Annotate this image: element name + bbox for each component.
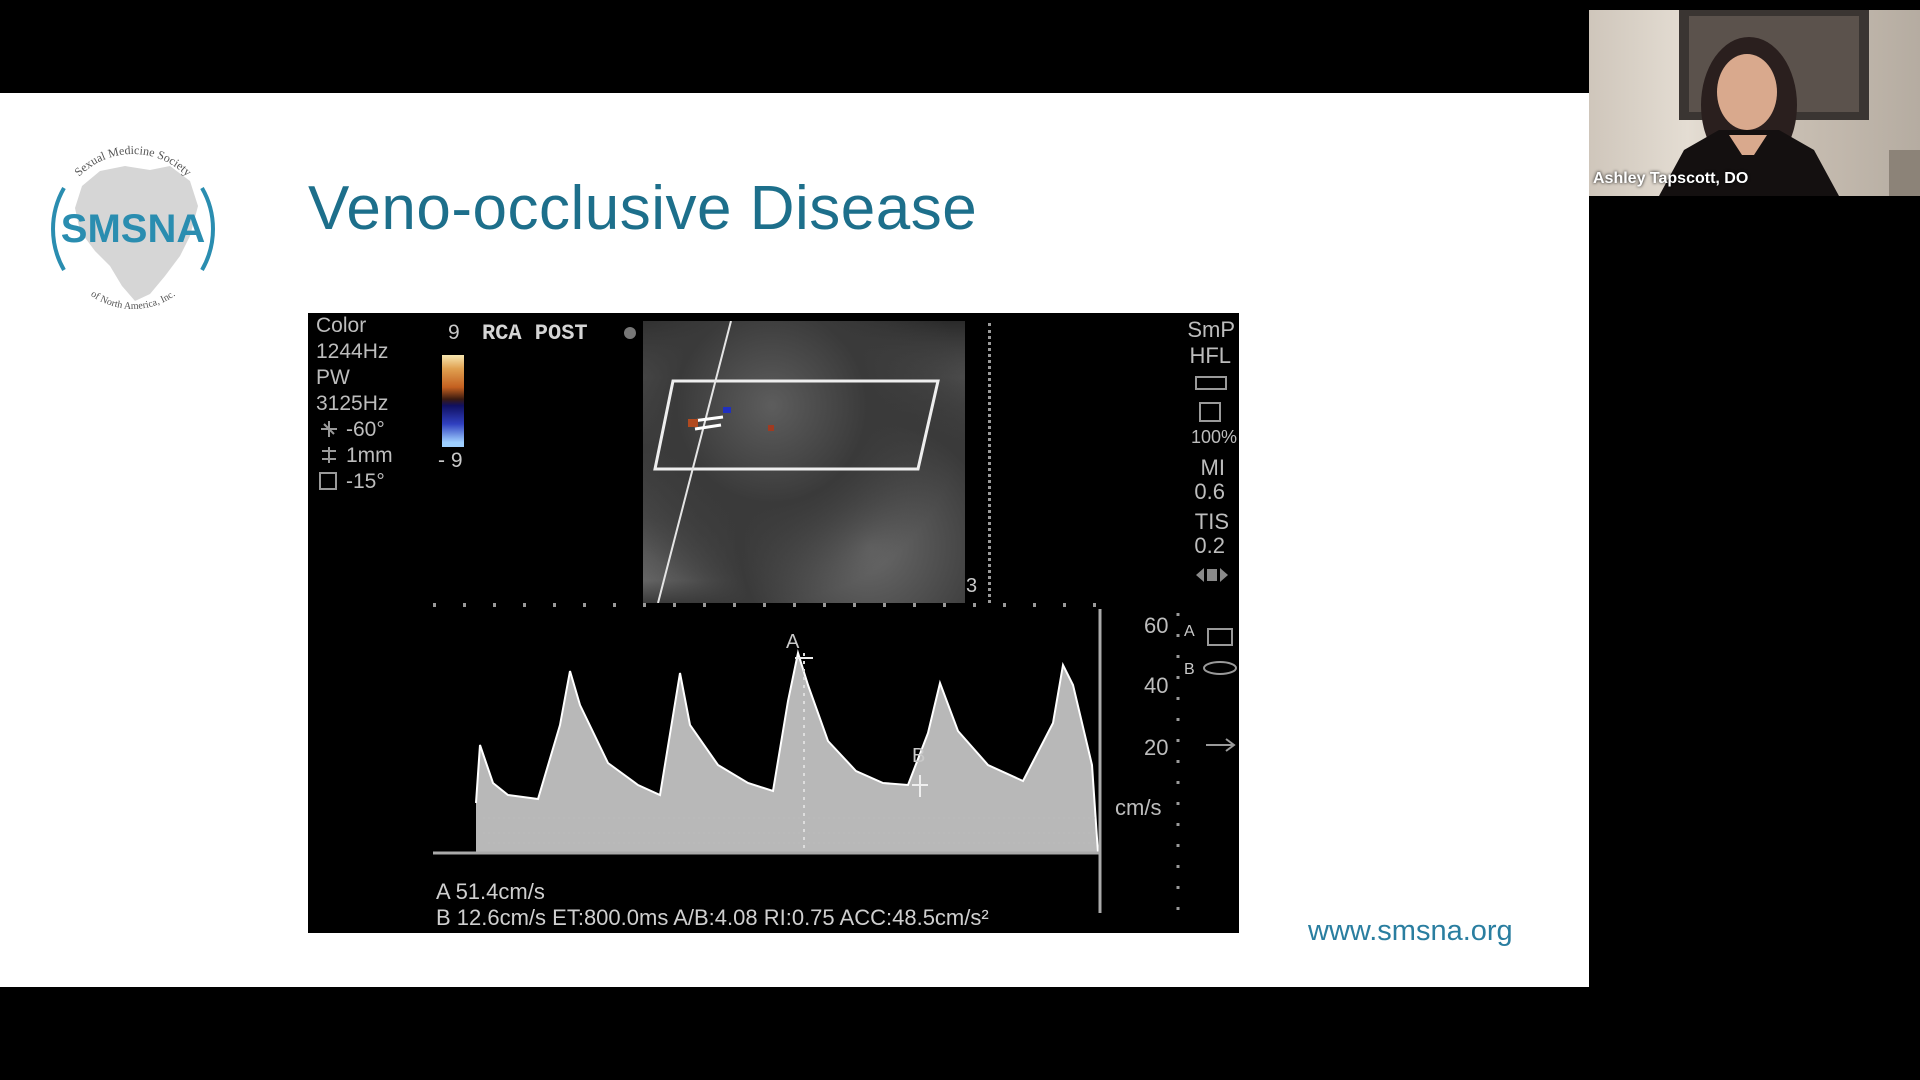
ultrasound-image: Color 1244Hz PW 3125Hz -60° 1mm -15° 9 -… <box>308 313 1239 933</box>
cursor-a-label: A <box>786 631 800 653</box>
cursor-b-label: B <box>912 745 926 767</box>
scale-20: 20 <box>1144 735 1169 760</box>
presentation-slide: Sexual Medicine Society of North America… <box>0 93 1589 987</box>
doppler-spectrum <box>433 603 1237 913</box>
side-b-label: B <box>1184 661 1195 678</box>
scale-40: 40 <box>1144 673 1169 698</box>
participant-video <box>1659 10 1920 196</box>
measurement-a: A 51.4cm/s <box>436 879 545 904</box>
participant-video-tile[interactable]: Ashley Tapscott, DO <box>1589 10 1920 196</box>
smsna-logo: Sexual Medicine Society of North America… <box>51 143 215 312</box>
measurement-b: B 12.6cm/s ET:800.0ms A/B:4.08 RI:0.75 A… <box>436 905 989 930</box>
participant-name: Ashley Tapscott, DO <box>1593 170 1749 187</box>
logo-text: SMSNA <box>61 207 205 251</box>
slide-title: Veno-occlusive Disease <box>308 174 978 243</box>
side-a-label: A <box>1184 623 1195 640</box>
scale-unit: cm/s <box>1115 795 1162 820</box>
slide-url: www.smsna.org <box>1308 915 1513 947</box>
scale-60: 60 <box>1144 613 1169 638</box>
